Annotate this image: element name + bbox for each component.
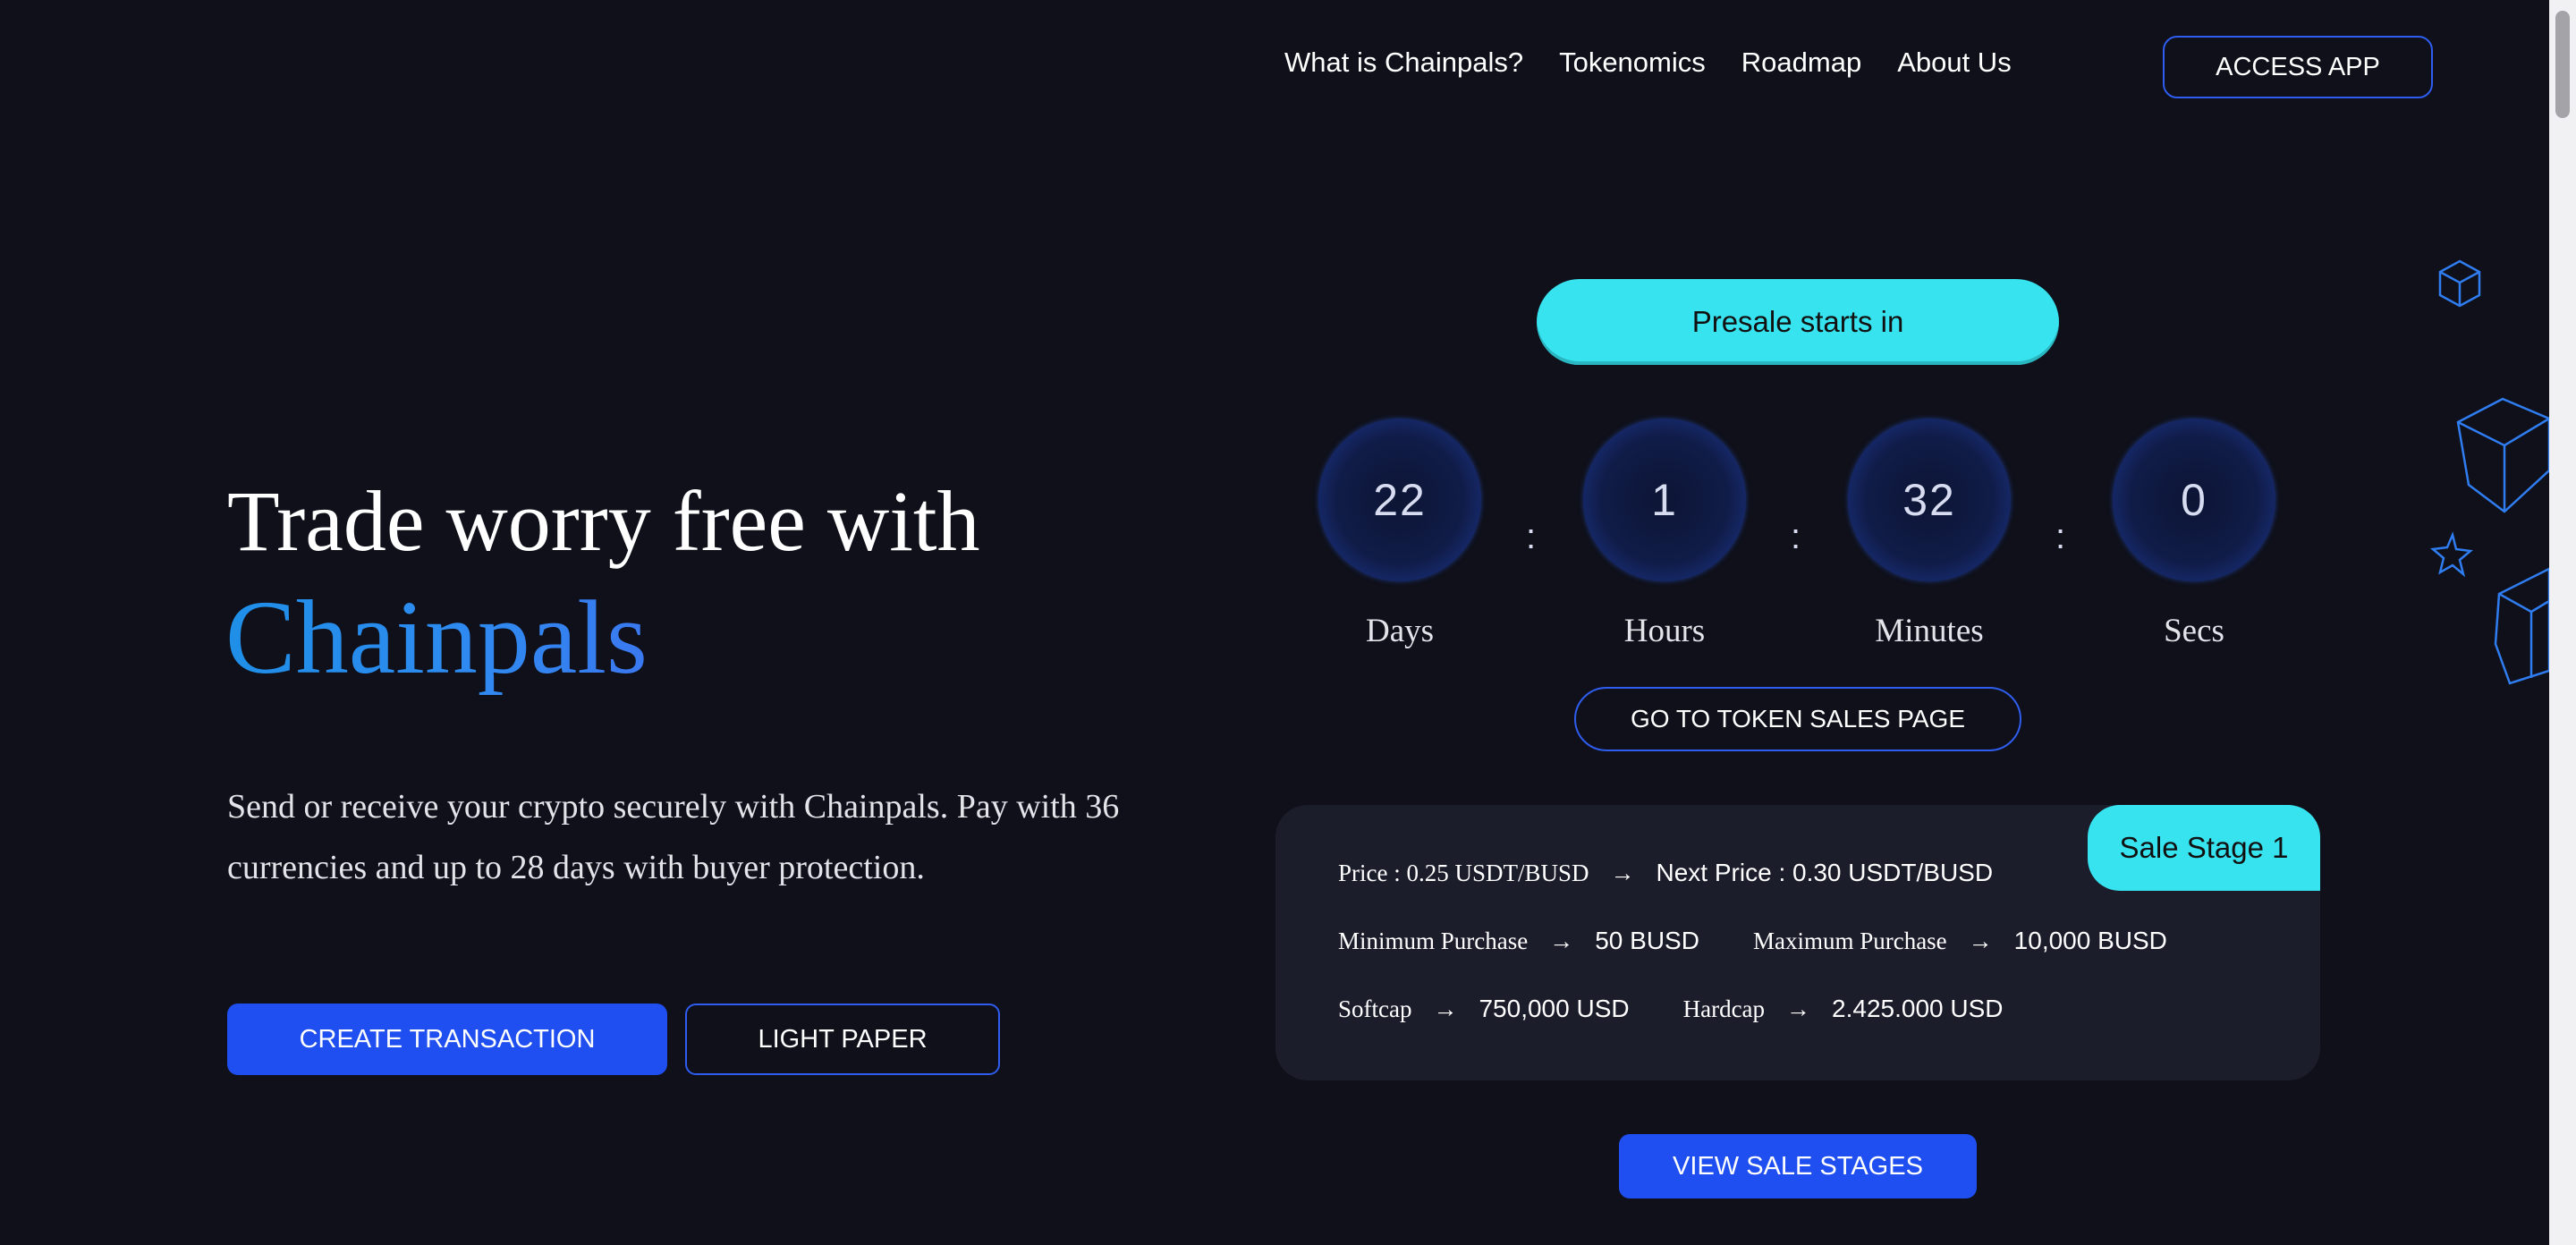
- cube-outline-icon: [2438, 259, 2481, 308]
- arrow-right-icon: →: [1549, 927, 1574, 954]
- nav-link-what-is-chainpals[interactable]: What is Chainpals?: [1284, 47, 1523, 79]
- countdown-minutes-label: Minutes: [1875, 613, 1984, 649]
- sale-stage-badge: Sale Stage 1: [2088, 805, 2320, 891]
- scrollbar[interactable]: [2549, 0, 2576, 1245]
- countdown-separator: :: [1526, 517, 1537, 556]
- min-purchase-value: 50 BUSD: [1595, 927, 1699, 954]
- price-row: Price : 0.25 USDT/BUSD → Next Price : 0.…: [1338, 859, 1993, 887]
- countdown-hours: 1 Hours: [1583, 419, 1746, 650]
- token-sales-page-button[interactable]: GO TO TOKEN SALES PAGE: [1574, 687, 2021, 751]
- create-transaction-button[interactable]: CREATE TRANSACTION: [227, 1004, 667, 1075]
- arrow-right-icon: →: [1786, 995, 1811, 1022]
- sale-info-card: Sale Stage 1 Price : 0.25 USDT/BUSD → Ne…: [1275, 805, 2320, 1080]
- purchase-limits-row: Minimum Purchase → 50 BUSD Maximum Purch…: [1338, 927, 2167, 955]
- countdown-days-label: Days: [1365, 613, 1435, 649]
- arrow-right-icon: →: [1433, 995, 1458, 1022]
- scrollbar-thumb[interactable]: [2555, 11, 2570, 118]
- countdown-separator: :: [1791, 517, 1801, 556]
- caps-row: Softcap → 750,000 USD Hardcap → 2.425.00…: [1338, 995, 2004, 1023]
- star-outline-icon: [2429, 531, 2474, 578]
- arrow-right-icon: →: [1968, 927, 1993, 954]
- presale-status-pill: Presale starts in: [1537, 279, 2059, 365]
- nav-link-tokenomics[interactable]: Tokenomics: [1559, 47, 1706, 79]
- countdown-timer: 22 Days : 1 Hours : 32 Minutes : 0 Secs: [1318, 419, 2277, 660]
- countdown-days: 22 Days: [1318, 419, 1481, 650]
- max-purchase-label: Maximum Purchase: [1752, 927, 1947, 954]
- access-app-button[interactable]: ACCESS APP: [2163, 36, 2433, 98]
- countdown-secs: 0 Secs: [2113, 419, 2275, 650]
- countdown-hours-value: 1: [1583, 419, 1746, 581]
- softcap-value: 750,000 USD: [1479, 995, 1630, 1022]
- softcap-label: Softcap: [1338, 995, 1412, 1022]
- nav-link-about-us[interactable]: About Us: [1897, 47, 2012, 79]
- hero-title: Trade worry free with: [227, 473, 980, 569]
- countdown-secs-value: 0: [2113, 419, 2275, 581]
- cube-outline-icon: [2456, 397, 2549, 513]
- countdown-hours-label: Hours: [1623, 613, 1706, 649]
- countdown-minutes: 32 Minutes: [1848, 419, 2011, 650]
- max-purchase-value: 10,000 BUSD: [2013, 927, 2167, 954]
- countdown-secs-label: Secs: [2164, 613, 2224, 649]
- decorative-shapes: [2429, 259, 2549, 685]
- nav-link-roadmap[interactable]: Roadmap: [1741, 47, 1861, 79]
- hero-brand: Chainpals: [225, 579, 648, 696]
- min-purchase-label: Minimum Purchase: [1338, 927, 1529, 954]
- countdown-days-value: 22: [1318, 419, 1481, 581]
- light-paper-button[interactable]: LIGHT PAPER: [685, 1004, 1000, 1075]
- hardcap-label: Hardcap: [1682, 995, 1766, 1022]
- countdown-minutes-value: 32: [1848, 419, 2011, 581]
- hero-description: Send or receive your crypto securely wit…: [227, 788, 1120, 886]
- next-price-value: Next Price : 0.30 USDT/BUSD: [1656, 859, 1994, 886]
- cube-outline-icon: [2494, 567, 2549, 685]
- view-sale-stages-button[interactable]: VIEW SALE STAGES: [1619, 1134, 1977, 1198]
- countdown-separator: :: [2055, 517, 2066, 556]
- hardcap-value: 2.425.000 USD: [1832, 995, 2004, 1022]
- arrow-right-icon: →: [1610, 859, 1635, 886]
- main-nav: What is Chainpals? Tokenomics Roadmap Ab…: [1284, 47, 2012, 79]
- price-label: Price : 0.25 USDT/BUSD: [1338, 859, 1589, 886]
